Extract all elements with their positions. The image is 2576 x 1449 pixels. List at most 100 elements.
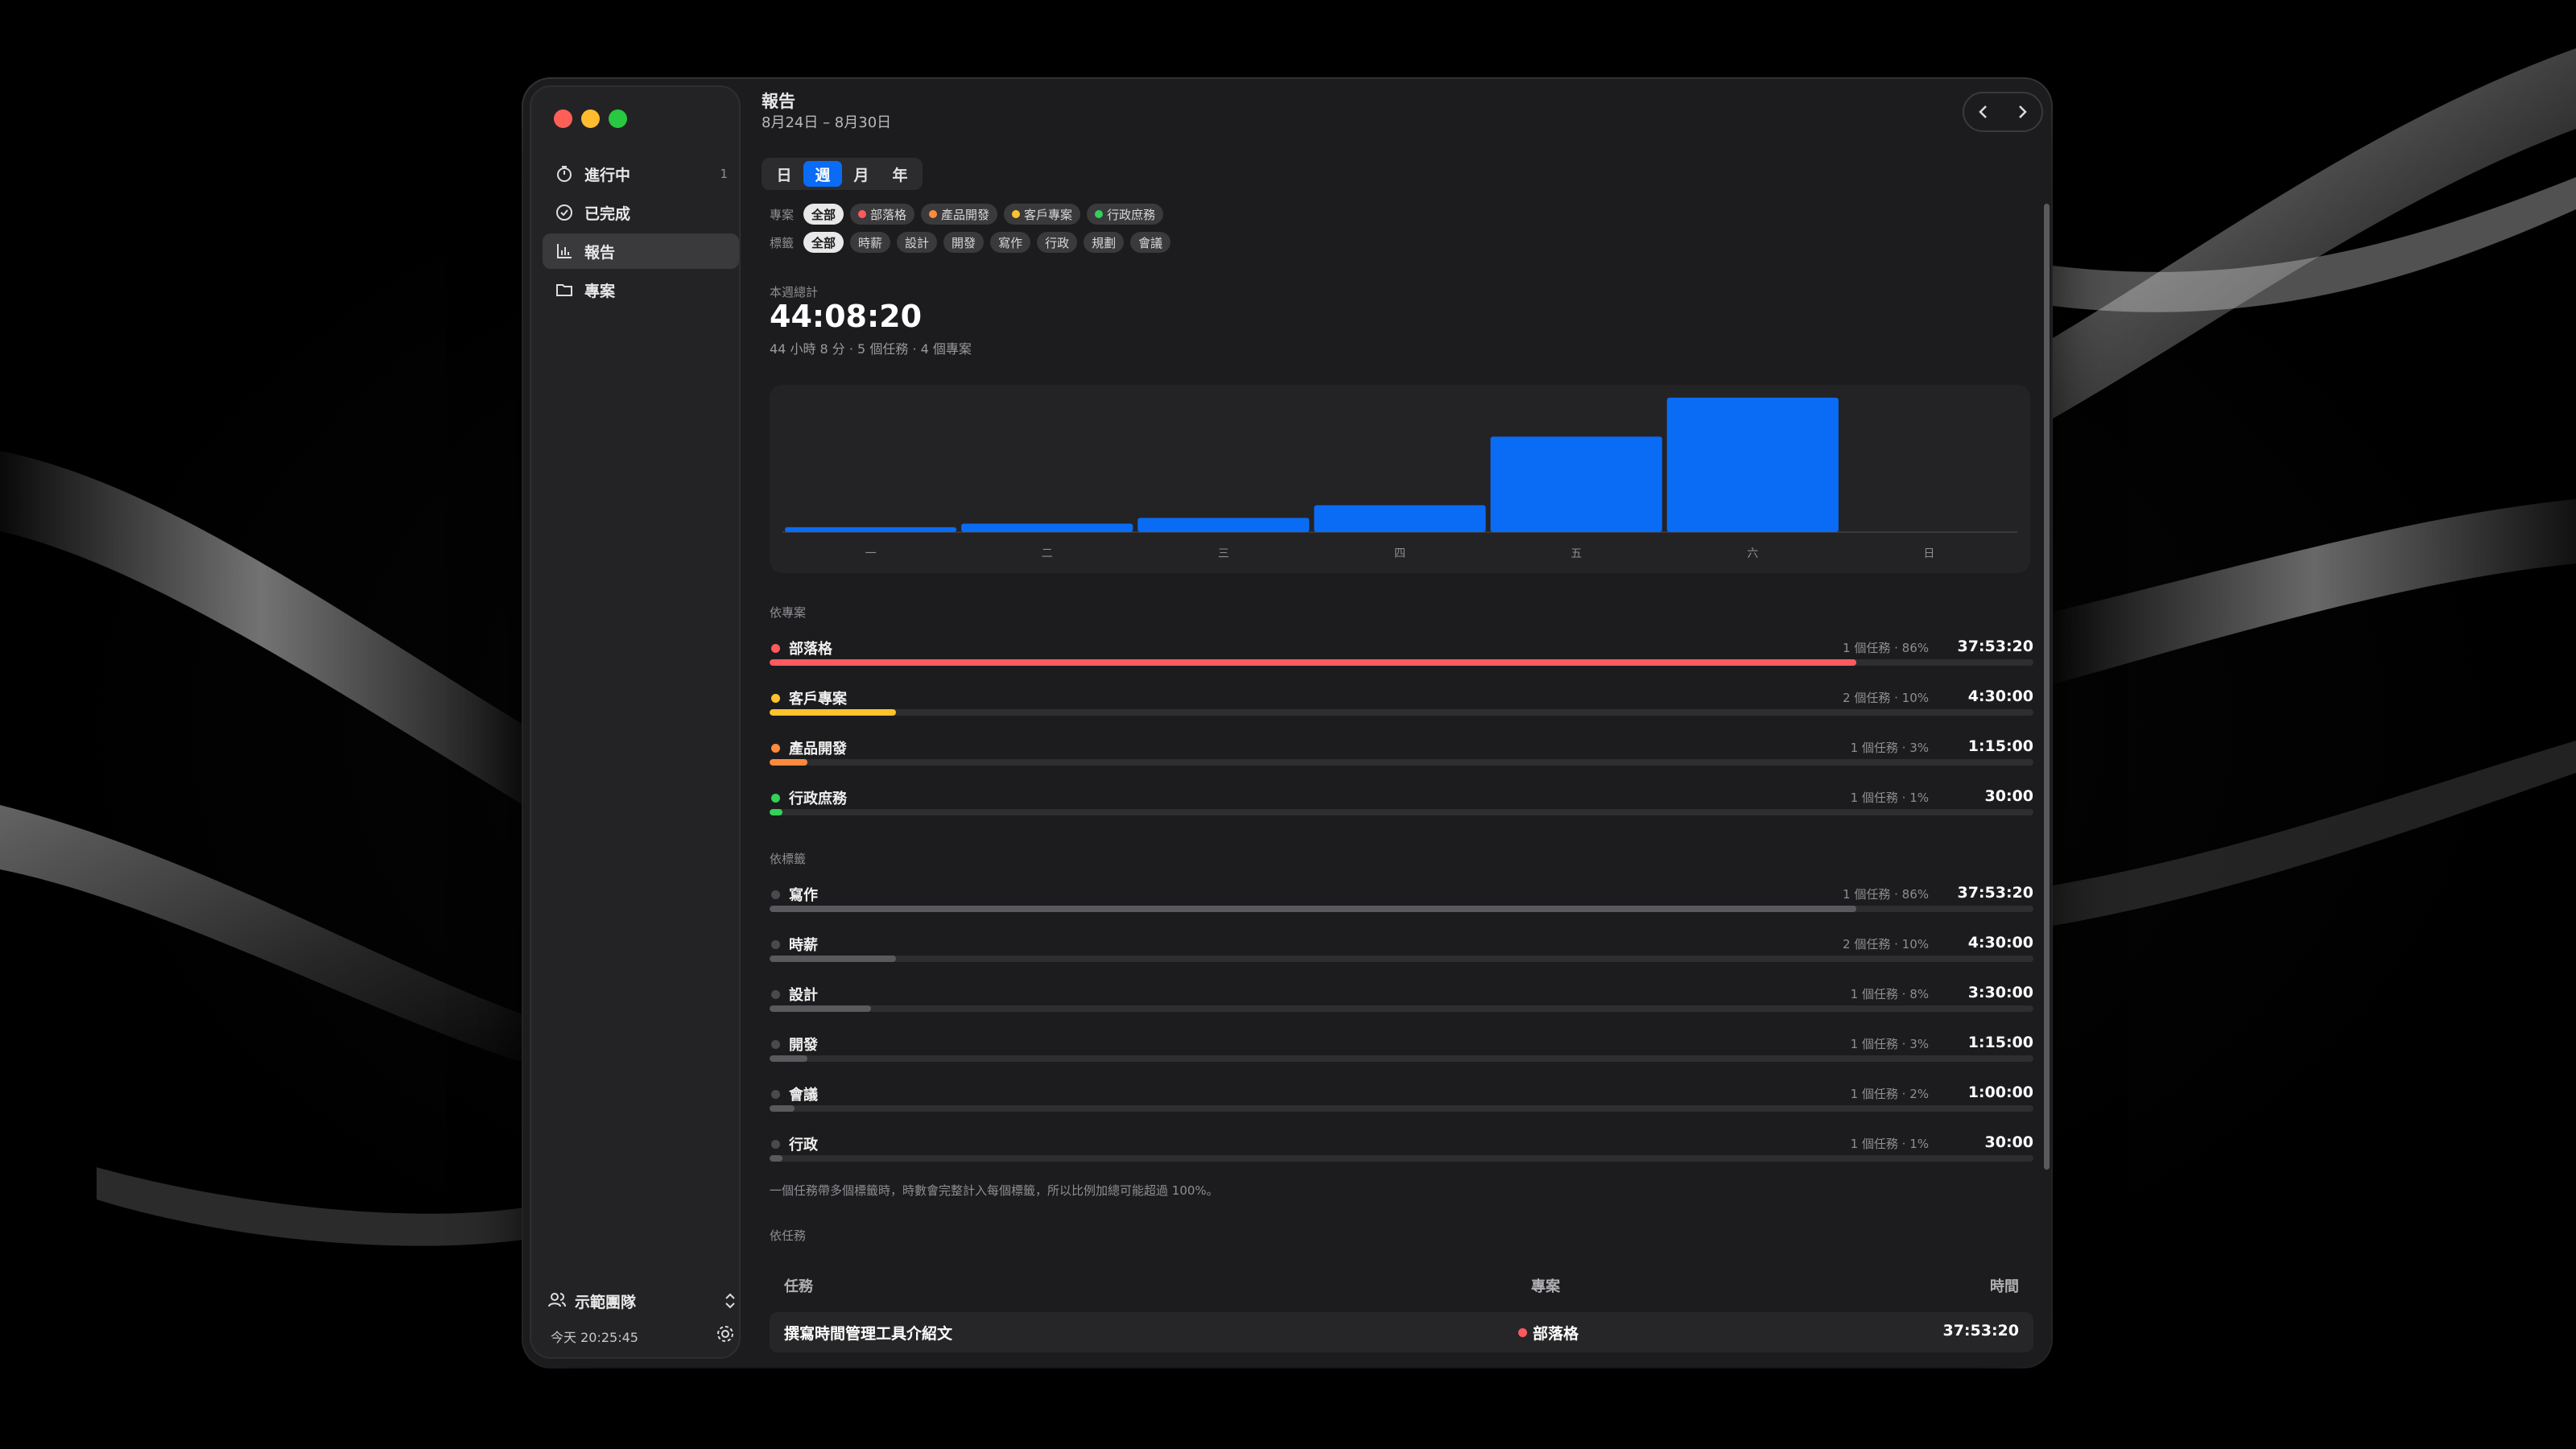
project-row[interactable]: 客戶專案 2 個任務 · 10% 4:30:00 <box>770 687 2033 728</box>
tag-row[interactable]: 行政 1 個任務 · 1% 30:00 <box>770 1133 2033 1174</box>
project-meta: 1 個任務 · 86% <box>1843 641 1929 655</box>
tab-year[interactable]: 年 <box>881 161 919 187</box>
project-color-dot <box>771 794 780 803</box>
tag-chip[interactable]: 開發 <box>943 232 985 253</box>
progress-track <box>770 809 2033 815</box>
chart-tick-label: 二 <box>1042 547 1053 560</box>
sidebar-item-in-progress[interactable]: 進行中 1 <box>543 156 739 192</box>
minimize-window-button[interactable] <box>581 109 600 128</box>
sidebar-item-label: 報告 <box>584 243 616 262</box>
app-window: 進行中 1 已完成 報告 專案 示範團隊 今天 20:25:45 報告 8月24… <box>523 79 2051 1367</box>
chart-bar[interactable] <box>961 523 1133 532</box>
tag-filter-label: 標籤 <box>770 235 795 250</box>
color-dot <box>1012 210 1021 218</box>
tag-chip[interactable]: 寫作 <box>990 232 1031 253</box>
progress-track <box>770 659 2033 666</box>
project-name: 客戶專案 <box>789 691 847 708</box>
column-header-time[interactable]: 時間 <box>1990 1275 2019 1296</box>
chart-bar[interactable] <box>785 526 957 532</box>
project-row[interactable]: 產品開發 1 個任務 · 3% 1:15:00 <box>770 737 2033 778</box>
project-color-dot <box>771 744 780 753</box>
sidebar-item-reports[interactable]: 報告 <box>543 233 739 269</box>
tag-dot <box>771 990 780 999</box>
progress-track <box>770 709 2033 716</box>
tag-dot <box>771 940 780 949</box>
tag-chip[interactable]: 會議 <box>1130 232 1171 253</box>
tag-time: 30:00 <box>1984 1133 2033 1151</box>
project-row[interactable]: 行政庶務 1 個任務 · 1% 30:00 <box>770 787 2033 828</box>
tag-name: 行政 <box>789 1137 818 1154</box>
chart-bar[interactable] <box>1137 518 1310 532</box>
tag-time: 1:00:00 <box>1967 1084 2033 1101</box>
tag-chip[interactable]: 行政 <box>1037 232 1078 253</box>
table-row[interactable]: 撰寫時間管理工具介紹文 部落格 37:53:20 <box>770 1312 2033 1352</box>
project-chip-client[interactable]: 客戶專案 <box>1004 204 1081 225</box>
tag-filter: 標籤 全部 時薪 設計 開發 寫作 行政 規劃 會議 <box>770 231 1177 254</box>
timer-icon <box>554 163 575 184</box>
chip-label: 行政庶務 <box>1107 207 1156 222</box>
chart-tick-label: 六 <box>1747 547 1758 560</box>
progress-fill <box>770 659 1857 666</box>
task-time: 37:53:20 <box>1942 1322 2019 1340</box>
scrollbar[interactable] <box>2044 204 2050 1170</box>
progress-fill <box>770 1155 782 1162</box>
chevron-left-icon[interactable] <box>1964 93 2003 130</box>
progress-track <box>770 1105 2033 1112</box>
gear-icon[interactable] <box>715 1323 736 1344</box>
period-segmented-control: 日 週 月 年 <box>762 158 923 190</box>
progress-track <box>770 759 2033 766</box>
task-project: 部落格 <box>1533 1325 1579 1343</box>
tag-meta: 2 個任務 · 10% <box>1843 937 1929 952</box>
tag-meta: 1 個任務 · 8% <box>1850 987 1929 1001</box>
tab-month[interactable]: 月 <box>842 161 881 187</box>
zoom-window-button[interactable] <box>609 109 627 128</box>
tag-chip[interactable]: 規劃 <box>1084 232 1125 253</box>
tag-chip[interactable]: 時薪 <box>850 232 891 253</box>
tab-day[interactable]: 日 <box>765 161 803 187</box>
tag-meta: 1 個任務 · 86% <box>1843 887 1929 902</box>
tag-row[interactable]: 時薪 2 個任務 · 10% 4:30:00 <box>770 934 2033 974</box>
chart-bar[interactable] <box>1314 505 1486 532</box>
tag-time: 37:53:20 <box>1957 884 2033 902</box>
progress-fill <box>770 906 1857 912</box>
tag-row[interactable]: 開發 1 個任務 · 3% 1:15:00 <box>770 1034 2033 1074</box>
project-time: 4:30:00 <box>1967 687 2033 705</box>
chevron-right-icon[interactable] <box>2003 93 2041 130</box>
task-table-header: 任務 專案 時間 <box>770 1269 2033 1301</box>
tag-time: 1:15:00 <box>1967 1034 2033 1051</box>
progress-track <box>770 956 2033 962</box>
tag-name: 時薪 <box>789 937 818 954</box>
close-window-button[interactable] <box>554 109 572 128</box>
column-header-task[interactable]: 任務 <box>784 1275 813 1296</box>
column-header-project[interactable]: 專案 <box>1531 1275 1560 1296</box>
tag-row[interactable]: 會議 1 個任務 · 2% 1:00:00 <box>770 1084 2033 1124</box>
sidebar-item-projects[interactable]: 專案 <box>543 272 739 308</box>
tab-week[interactable]: 週 <box>803 161 842 187</box>
chart-bar[interactable] <box>1666 398 1839 532</box>
chart-bar[interactable] <box>1490 436 1662 532</box>
progress-fill <box>770 709 896 716</box>
folder-icon <box>554 279 575 300</box>
tag-row[interactable]: 寫作 1 個任務 · 86% 37:53:20 <box>770 884 2033 924</box>
tag-dot <box>771 890 780 899</box>
chip-label: 產品開發 <box>941 207 990 222</box>
chart-tick-label: 日 <box>1923 547 1934 560</box>
sidebar-item-completed[interactable]: 已完成 <box>543 195 739 230</box>
project-chip-admin[interactable]: 行政庶務 <box>1087 204 1164 225</box>
tag-chip-all[interactable]: 全部 <box>803 232 844 253</box>
project-row[interactable]: 部落格 1 個任務 · 86% 37:53:20 <box>770 638 2033 678</box>
check-circle-icon <box>554 202 575 223</box>
project-chip-blog[interactable]: 部落格 <box>850 204 915 225</box>
period-navigation <box>1963 92 2043 132</box>
current-time: 今天 20:25:45 <box>551 1330 638 1345</box>
chevron-up-down-icon <box>723 1290 737 1311</box>
date-range: 8月24日 – 8月30日 <box>762 114 892 131</box>
project-chip-product[interactable]: 產品開發 <box>921 204 998 225</box>
project-chip-all[interactable]: 全部 <box>803 204 844 225</box>
page-title: 報告 <box>762 92 795 111</box>
tag-chip[interactable]: 設計 <box>897 232 938 253</box>
team-switcher[interactable]: 示範團隊 <box>547 1286 737 1315</box>
tag-row[interactable]: 設計 1 個任務 · 8% 3:30:00 <box>770 984 2033 1024</box>
weekly-bar-chart: 一二三四五六日 <box>770 385 2030 573</box>
project-name: 行政庶務 <box>789 791 847 807</box>
